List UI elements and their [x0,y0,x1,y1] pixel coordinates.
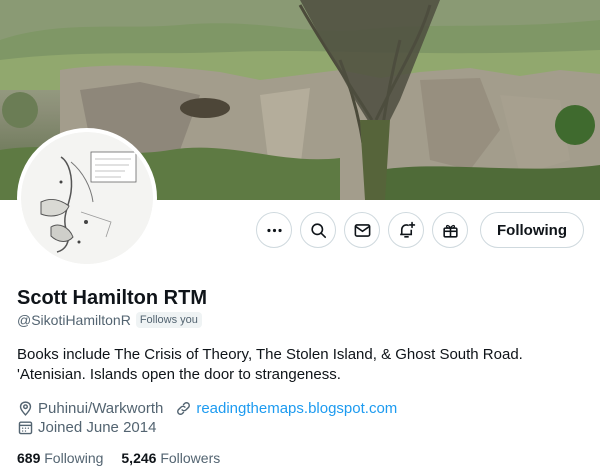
handle-row: @SikotiHamiltonR Follows you [17,312,202,328]
search-button[interactable] [300,212,337,248]
location-item: Puhinui/Warkworth [17,400,163,417]
following-stat-link[interactable]: 689 Following [17,450,103,466]
bio-line: 'Atenisian. Islands open the door to str… [17,366,341,383]
link-icon [177,402,191,415]
profile-meta-row: Puhinui/Warkworth readingthemaps.blogspo… [17,400,409,417]
bell-plus-icon [399,221,415,238]
profile-bio: Books include The Crisis of Theory, The … [17,345,587,385]
more-button[interactable] [256,212,293,248]
location-pin-icon [19,401,32,416]
location-text: Puhinui/Warkworth [38,400,164,417]
search-icon [310,222,326,238]
gift-icon [442,224,458,238]
website-link[interactable]: readingthemaps.blogspot.com [196,400,397,417]
followers-label: Followers [160,450,221,466]
user-handle: @SikotiHamiltonR [17,312,131,328]
subscribe-button[interactable] [432,212,469,248]
website-item[interactable]: readingthemaps.blogspot.com [175,400,397,417]
followers-count: 5,246 [121,450,157,466]
calendar-icon [18,421,33,435]
message-button[interactable] [344,212,381,248]
avatar-map-image [21,132,153,264]
profile-actions: Following [256,212,584,248]
bio-line: Books include The Crisis of Theory, The … [17,346,523,363]
follow-stats: 689 Following 5,246 Followers [17,450,238,466]
joined-row: Joined June 2014 [17,419,168,436]
followers-stat-link[interactable]: 5,246 Followers [121,450,220,466]
joined-text: Joined June 2014 [38,419,157,436]
display-name: Scott Hamilton RTM [17,287,207,309]
profile-avatar[interactable] [17,128,157,268]
following-label: Following [44,450,104,466]
mail-icon [354,223,370,237]
joined-item: Joined June 2014 [17,419,156,436]
follows-you-badge: Follows you [135,312,202,328]
following-count: 689 [17,450,41,466]
following-button[interactable]: Following [480,212,584,248]
notifications-button[interactable] [388,212,425,248]
more-icon [266,228,282,232]
